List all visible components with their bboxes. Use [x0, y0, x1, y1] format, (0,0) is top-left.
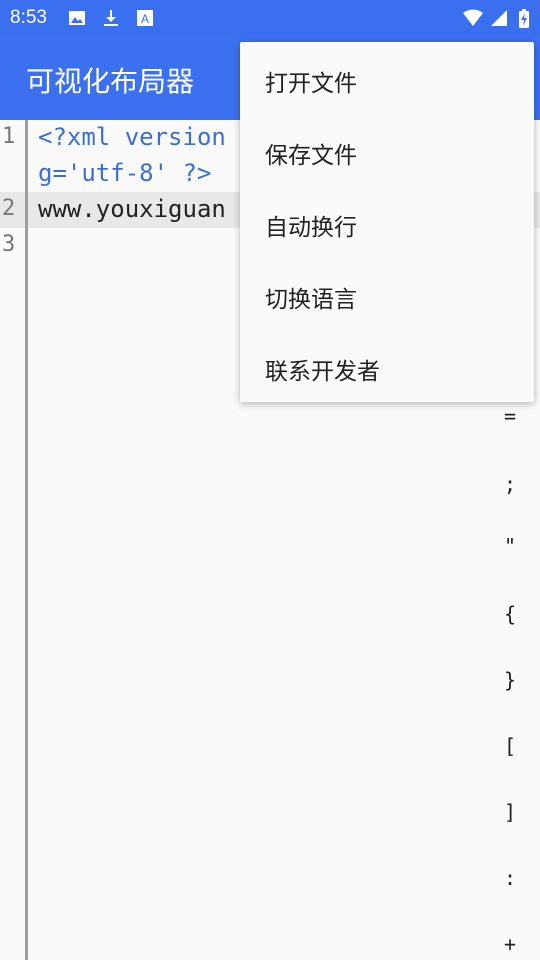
symbol-key[interactable]: ; — [490, 472, 530, 496]
menu-item-contact-developer[interactable]: 联系开发者 — [240, 330, 534, 402]
menu-item-word-wrap[interactable]: 自动换行 — [240, 186, 534, 258]
menu-item-label: 切换语言 — [265, 287, 357, 313]
menu-item-switch-language[interactable]: 切换语言 — [240, 258, 534, 330]
menu-item-label: 联系开发者 — [265, 359, 380, 385]
menu-item-open-file[interactable]: 打开文件 — [240, 42, 534, 114]
symbol-key[interactable]: [ — [490, 734, 530, 758]
menu-item-label: 自动换行 — [265, 215, 357, 241]
symbol-key[interactable]: = — [490, 404, 530, 428]
code-line[interactable]: g='utf-8' ?> — [38, 159, 211, 187]
symbol-key[interactable]: + — [490, 932, 530, 956]
menu-item-save-file[interactable]: 保存文件 — [240, 114, 534, 186]
overflow-menu: 打开文件 保存文件 自动换行 切换语言 联系开发者 — [240, 42, 534, 402]
menu-item-label: 保存文件 — [265, 143, 357, 169]
svg-text:A: A — [141, 12, 149, 26]
battery-charging-icon — [518, 9, 530, 28]
symbol-key[interactable]: " — [490, 534, 530, 558]
line-number: 2 — [2, 196, 16, 221]
download-icon — [102, 9, 120, 27]
font-icon: A — [136, 9, 154, 27]
image-icon — [68, 9, 86, 27]
code-line[interactable]: <?xml version — [38, 123, 226, 151]
cell-signal-icon — [490, 9, 508, 27]
line-number: 3 — [2, 232, 16, 257]
menu-item-label: 打开文件 — [265, 71, 357, 97]
status-time: 8:53 — [10, 7, 47, 28]
code-line[interactable]: www.youxiguan — [38, 195, 226, 223]
wifi-icon — [462, 9, 484, 27]
symbol-key[interactable]: { — [490, 602, 530, 626]
symbol-key[interactable]: } — [490, 668, 530, 692]
symbol-key[interactable]: : — [490, 866, 530, 890]
status-bar: 8:53 A — [0, 0, 540, 36]
line-number: 1 — [2, 124, 16, 149]
symbol-key[interactable]: ] — [490, 800, 530, 824]
gutter-divider — [25, 120, 28, 960]
app-title: 可视化布局器 — [26, 65, 195, 98]
